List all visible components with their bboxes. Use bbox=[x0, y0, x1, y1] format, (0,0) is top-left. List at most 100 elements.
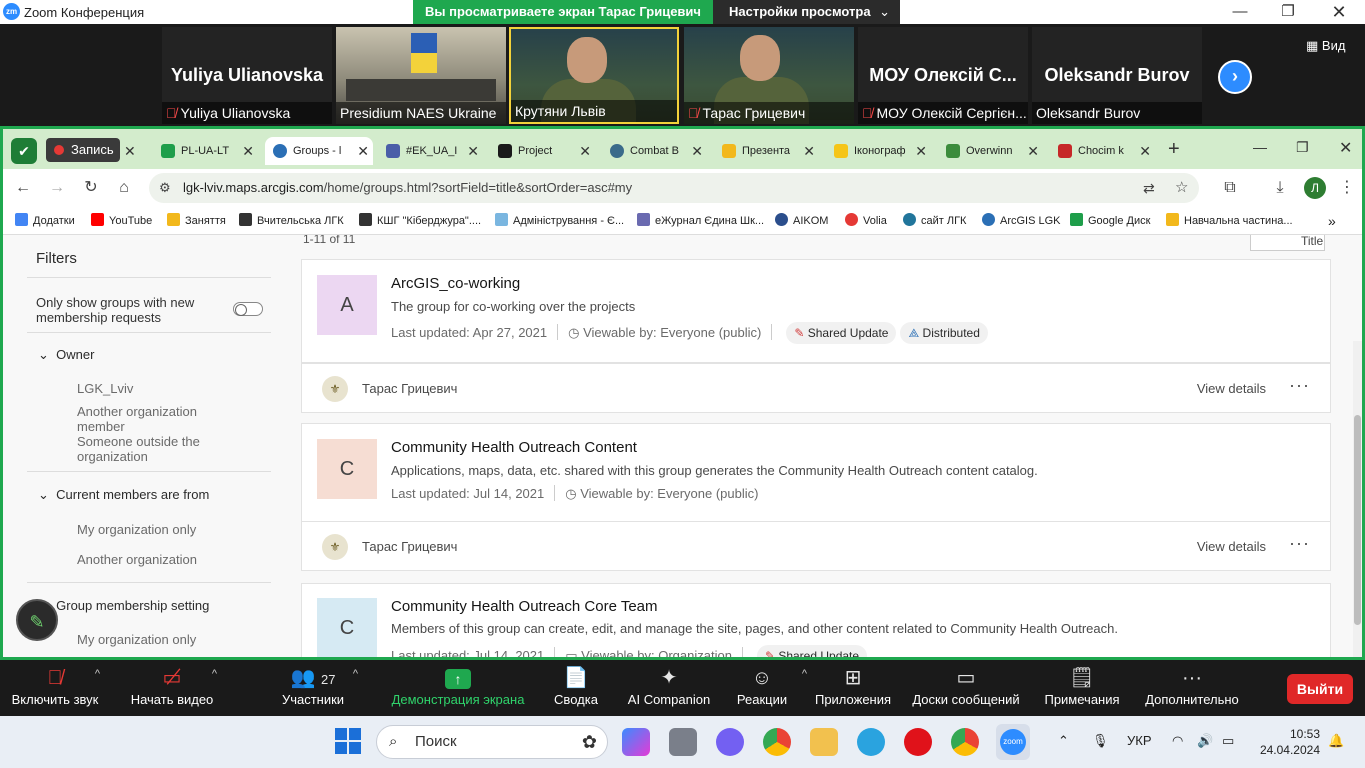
copilot-icon[interactable] bbox=[622, 728, 650, 756]
opera-icon[interactable] bbox=[904, 728, 932, 756]
bookmark-item[interactable]: сайт ЛГК bbox=[903, 213, 966, 227]
whiteboards-button[interactable]: ▭ Доски сообщений bbox=[906, 660, 1026, 716]
minimize-icon[interactable]: — bbox=[1225, 2, 1255, 22]
start-video-button[interactable]: ▭̸ Начать видео ^ bbox=[117, 660, 227, 716]
browser-tab[interactable]: Chocim k ✕ bbox=[1050, 137, 1155, 165]
participant-tile[interactable]: 🎙̸ Тарас Грицевич bbox=[684, 27, 854, 124]
chevron-up-icon[interactable]: ^ bbox=[212, 668, 217, 680]
menu-icon[interactable]: ⋮ bbox=[1336, 177, 1358, 199]
volume-icon[interactable]: 🔊 bbox=[1197, 733, 1213, 749]
browser-tab[interactable]: Project ✕ bbox=[490, 137, 595, 165]
owner-option[interactable]: LGK_Lviv bbox=[77, 381, 237, 396]
group-title[interactable]: Community Health Outreach Content bbox=[391, 439, 637, 456]
members-option[interactable]: Another organization bbox=[77, 552, 197, 567]
next-page-button[interactable]: › bbox=[1218, 60, 1252, 94]
view-button[interactable]: ▦ Вид bbox=[1306, 38, 1345, 54]
browser-tab[interactable]: Іконограф ✕ bbox=[826, 137, 931, 165]
group-thumbnail[interactable]: C bbox=[317, 598, 377, 657]
more-bookmarks-icon[interactable]: » bbox=[1328, 213, 1336, 229]
bookmark-item[interactable]: Навчальна частина... bbox=[1166, 213, 1293, 227]
zoom-taskbar-active[interactable]: zoom bbox=[996, 724, 1030, 760]
view-details-link[interactable]: View details bbox=[1197, 381, 1266, 396]
owner-name[interactable]: Тарас Грицевич bbox=[362, 539, 457, 554]
notes-button[interactable]: 🗒 Примечания bbox=[1027, 660, 1137, 716]
more-options-icon[interactable]: ··· bbox=[1289, 375, 1310, 396]
bookmark-item[interactable]: Google Диск bbox=[1070, 213, 1150, 227]
participant-tile[interactable]: Yuliya Ulianovska 🎙̸ Yuliya Ulianovska bbox=[162, 27, 332, 124]
sort-button[interactable]: Title bbox=[1250, 235, 1325, 251]
windows-start-icon[interactable] bbox=[335, 728, 361, 754]
bookmark-item[interactable]: Вчительська ЛГК bbox=[239, 213, 344, 227]
page-scrollbar[interactable] bbox=[1353, 341, 1362, 657]
more-button[interactable]: ··· Дополнительно bbox=[1137, 660, 1247, 716]
share-screen-button[interactable]: ↑ Демонстрация экрана bbox=[388, 660, 528, 716]
owner-name[interactable]: Тарас Грицевич bbox=[362, 381, 457, 396]
telegram-icon[interactable] bbox=[857, 728, 885, 756]
bookmark-item[interactable]: Volia bbox=[845, 213, 887, 227]
members-option[interactable]: My organization only bbox=[77, 522, 196, 537]
bookmark-item[interactable]: Адміністрування - Є... bbox=[495, 213, 624, 227]
participants-button[interactable]: 👥 27 Участники ^ bbox=[258, 660, 368, 716]
close-tab-icon[interactable]: ✕ bbox=[691, 137, 703, 165]
bookmark-item[interactable]: YouTube bbox=[91, 213, 152, 227]
browser-tab[interactable]: Overwinn ✕ bbox=[938, 137, 1043, 165]
bookmark-item[interactable]: еЖурнал Єдина Шк... bbox=[637, 213, 764, 227]
download-icon[interactable]: ⤓ bbox=[1269, 177, 1291, 199]
scrollbar-thumb[interactable] bbox=[1354, 415, 1361, 625]
new-requests-toggle[interactable] bbox=[233, 302, 263, 316]
browser-tab[interactable]: #EK_UA_I ✕ bbox=[378, 137, 483, 165]
bookmark-item[interactable]: ArcGIS LGK bbox=[982, 213, 1061, 227]
close-tab-icon[interactable]: ✕ bbox=[467, 137, 479, 165]
profile-avatar[interactable]: Л bbox=[1304, 177, 1326, 199]
participant-tile[interactable]: Oleksandr Burov Oleksandr Burov bbox=[1032, 27, 1202, 124]
chevron-up-icon[interactable]: ⌃ bbox=[1058, 733, 1069, 749]
owner-filter-header[interactable]: ⌄ Owner bbox=[38, 347, 94, 363]
recording-indicator[interactable]: Запись bbox=[46, 138, 120, 162]
translate-icon[interactable]: ⇄ bbox=[1143, 173, 1155, 203]
membership-option[interactable]: My organization only bbox=[77, 632, 196, 647]
view-details-link[interactable]: View details bbox=[1197, 539, 1266, 554]
view-settings-button[interactable]: Настройки просмотра ⌄ bbox=[713, 0, 900, 24]
bookmark-item[interactable]: Додатки bbox=[15, 213, 75, 227]
maximize-icon[interactable]: ❐ bbox=[1273, 2, 1303, 22]
microphone-icon[interactable]: 🎙 bbox=[1092, 733, 1109, 749]
home-icon[interactable]: ⌂ bbox=[113, 177, 135, 199]
close-icon[interactable]: ✕ bbox=[1339, 138, 1352, 158]
taskbar-search[interactable]: ⌕ Поиск ✿ bbox=[376, 725, 608, 759]
close-tab-icon[interactable]: ✕ bbox=[579, 137, 591, 165]
close-tab-icon[interactable]: ✕ bbox=[803, 137, 815, 165]
close-tab-icon[interactable]: ✕ bbox=[1139, 137, 1151, 165]
chrome-icon[interactable] bbox=[763, 728, 791, 756]
close-tab-icon[interactable]: ✕ bbox=[915, 137, 927, 165]
group-thumbnail[interactable]: C bbox=[317, 439, 377, 499]
owner-option[interactable]: Another organization member bbox=[77, 404, 237, 434]
browser-tab[interactable]: Презента ✕ bbox=[714, 137, 819, 165]
close-icon[interactable]: ✕ bbox=[1324, 2, 1354, 22]
file-explorer-icon[interactable] bbox=[810, 728, 838, 756]
unmute-button[interactable]: 🎙̸ Включить звук ^ bbox=[0, 660, 110, 716]
browser-tab[interactable]: Combat B ✕ bbox=[602, 137, 707, 165]
minimize-icon[interactable]: — bbox=[1253, 139, 1267, 155]
star-icon[interactable]: ☆ bbox=[1175, 173, 1188, 203]
owner-option[interactable]: Someone outside the organization bbox=[77, 434, 237, 464]
group-title[interactable]: Community Health Outreach Core Team bbox=[391, 598, 658, 615]
apps-button[interactable]: ⊞ Приложения bbox=[798, 660, 908, 716]
participant-tile[interactable]: Крутяни Львів bbox=[509, 27, 679, 124]
new-tab-icon[interactable]: + bbox=[1168, 138, 1180, 161]
members-filter-header[interactable]: ⌄ Current members are from bbox=[38, 487, 209, 503]
bookmark-item[interactable]: КШГ "Кіберджура".... bbox=[359, 213, 481, 227]
taskbar-clock[interactable]: 10:53 24.04.2024 bbox=[1250, 726, 1320, 758]
task-view-icon[interactable] bbox=[669, 728, 697, 756]
viber-icon[interactable] bbox=[716, 728, 744, 756]
extensions-icon[interactable]: ⧉ bbox=[1219, 177, 1241, 199]
site-settings-icon[interactable]: ⚙ bbox=[159, 173, 171, 203]
battery-icon[interactable]: ▭ bbox=[1222, 733, 1234, 749]
back-icon[interactable]: ← bbox=[12, 177, 34, 199]
chevron-up-icon[interactable]: ^ bbox=[353, 668, 358, 680]
browser-tab-active[interactable]: Groups - l ✕ bbox=[265, 137, 373, 165]
wifi-icon[interactable]: ◠ bbox=[1172, 733, 1183, 749]
notification-bell-icon[interactable]: 🔔 bbox=[1328, 733, 1344, 749]
language-indicator[interactable]: УКР bbox=[1127, 733, 1152, 748]
chevron-up-icon[interactable]: ^ bbox=[95, 668, 100, 680]
participant-tile[interactable]: Presidium NAES Ukraine bbox=[336, 27, 506, 124]
